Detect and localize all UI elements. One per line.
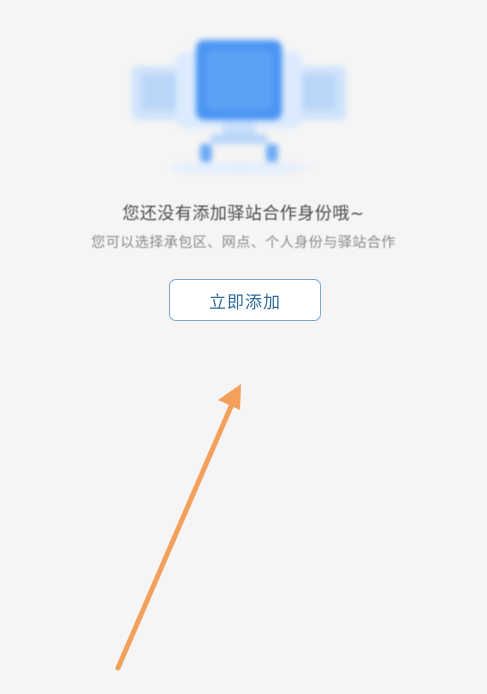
empty-state-title: 您还没有添加驿站合作身份哦~ <box>122 204 365 224</box>
empty-state-illustration <box>132 40 346 174</box>
add-now-button[interactable]: 立即添加 <box>169 279 321 321</box>
empty-state-subtitle: 您可以选择承包区、网点、个人身份与驿站合作 <box>91 235 396 251</box>
